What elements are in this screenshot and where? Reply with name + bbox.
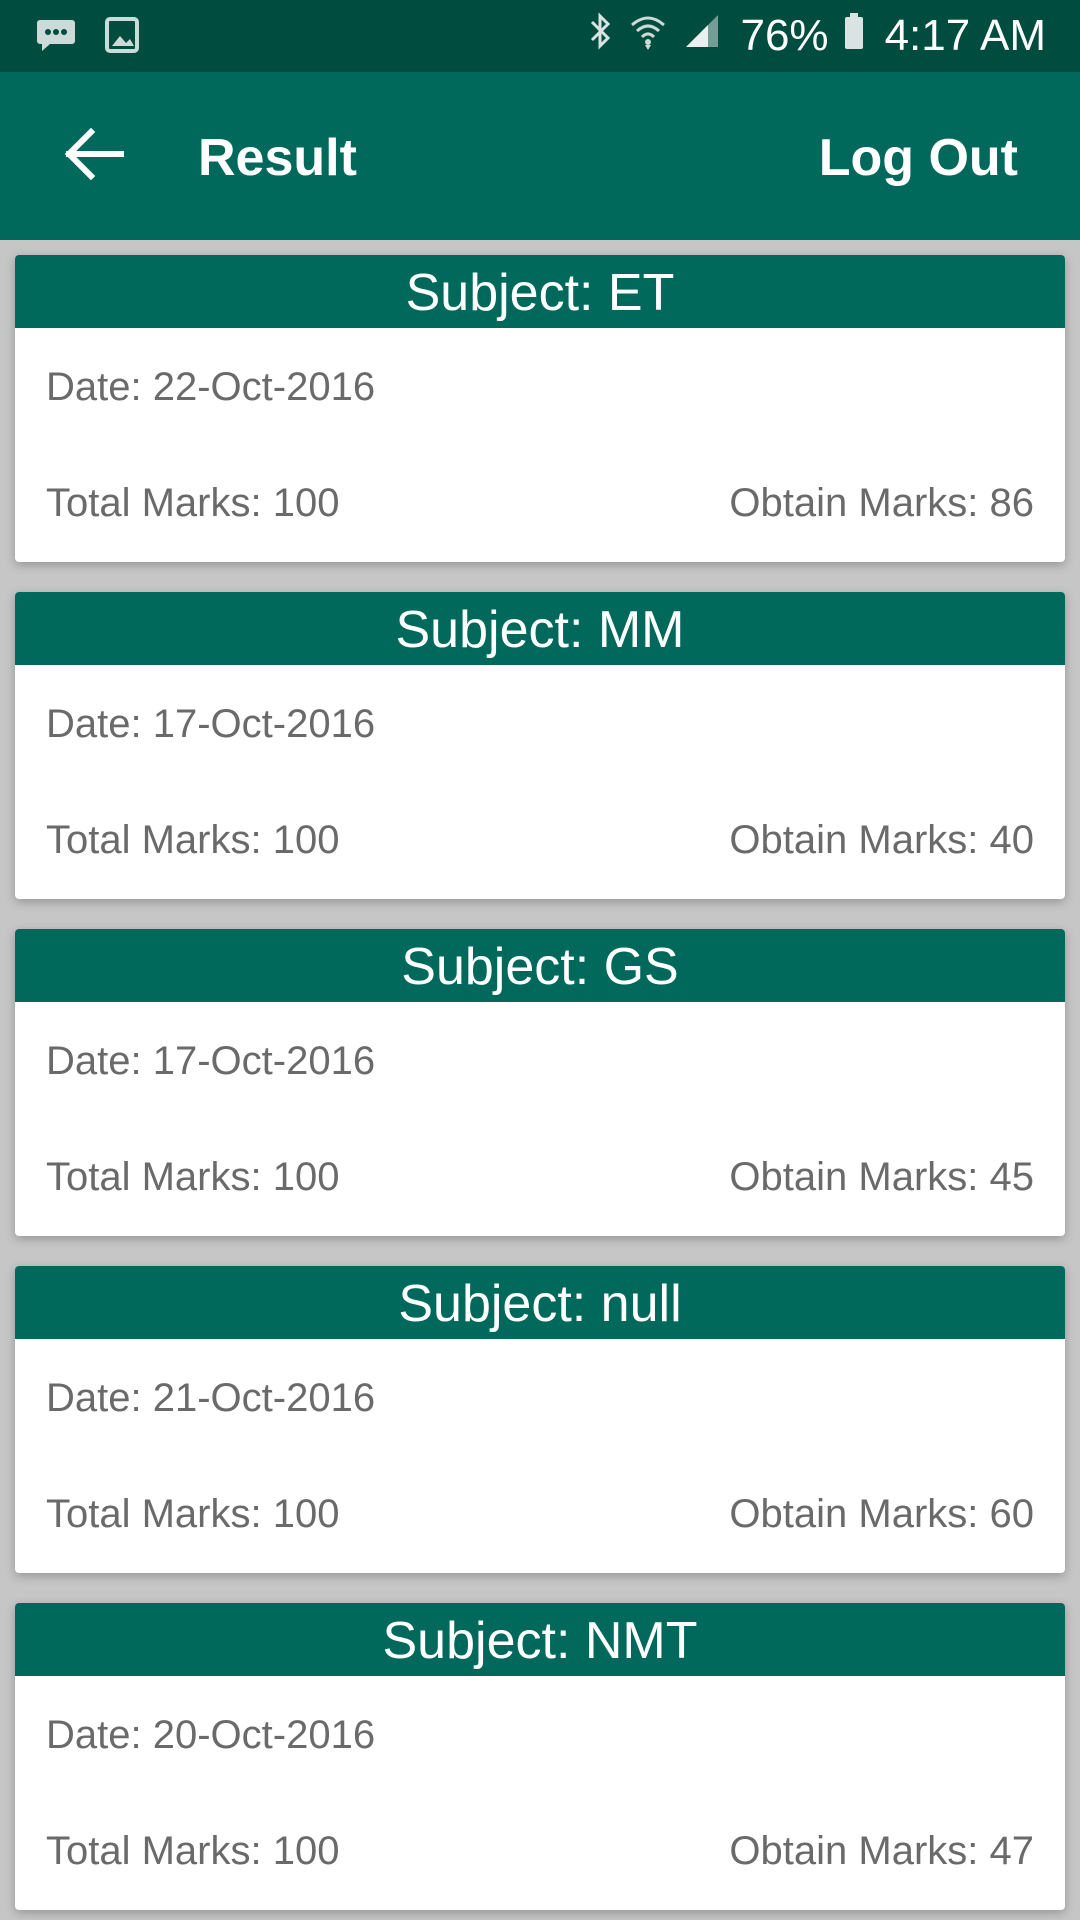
obtained-marks: Obtain Marks: 60 bbox=[729, 1492, 1034, 1536]
result-card[interactable]: Subject: GS Date: 17-Oct-2016 Total Mark… bbox=[15, 929, 1065, 1236]
page-title: Result bbox=[198, 129, 357, 187]
subject-header: Subject: MM bbox=[15, 592, 1065, 665]
subject-header: Subject: null bbox=[15, 1266, 1065, 1339]
notification-icons bbox=[36, 16, 140, 59]
exam-date: Date: 17-Oct-2016 bbox=[46, 1039, 376, 1083]
system-status: 76% 4:17 AM bbox=[588, 0, 1046, 72]
total-marks: Total Marks: 100 bbox=[46, 481, 340, 525]
arrow-back-icon bbox=[61, 126, 125, 187]
exam-date: Date: 22-Oct-2016 bbox=[46, 365, 376, 409]
total-marks: Total Marks: 100 bbox=[46, 1155, 340, 1199]
battery-icon bbox=[843, 11, 865, 62]
wifi-icon bbox=[628, 11, 668, 62]
results-list[interactable]: Subject: ET Date: 22-Oct-2016 Total Mark… bbox=[0, 240, 1080, 1920]
subject-header: Subject: ET bbox=[15, 255, 1065, 328]
result-card[interactable]: Subject: NMT Date: 20-Oct-2016 Total Mar… bbox=[15, 1603, 1065, 1910]
signal-icon bbox=[682, 11, 722, 62]
total-marks: Total Marks: 100 bbox=[46, 818, 340, 862]
gallery-icon bbox=[104, 16, 140, 59]
subject-header: Subject: GS bbox=[15, 929, 1065, 1002]
clock: 4:17 AM bbox=[884, 11, 1046, 60]
app-bar: Result Log Out bbox=[0, 72, 1080, 240]
total-marks: Total Marks: 100 bbox=[46, 1829, 340, 1873]
exam-date: Date: 17-Oct-2016 bbox=[46, 702, 376, 746]
result-card[interactable]: Subject: ET Date: 22-Oct-2016 Total Mark… bbox=[15, 255, 1065, 562]
back-button[interactable] bbox=[58, 124, 128, 188]
exam-date: Date: 20-Oct-2016 bbox=[46, 1713, 376, 1757]
obtained-marks: Obtain Marks: 86 bbox=[729, 481, 1034, 525]
bluetooth-icon bbox=[588, 11, 614, 62]
exam-date: Date: 21-Oct-2016 bbox=[46, 1376, 376, 1420]
subject-header: Subject: NMT bbox=[15, 1603, 1065, 1676]
obtained-marks: Obtain Marks: 40 bbox=[729, 818, 1034, 862]
result-card[interactable]: Subject: MM Date: 17-Oct-2016 Total Mark… bbox=[15, 592, 1065, 899]
obtained-marks: Obtain Marks: 47 bbox=[729, 1829, 1034, 1873]
logout-button[interactable]: Log Out bbox=[819, 128, 1018, 188]
total-marks: Total Marks: 100 bbox=[46, 1492, 340, 1536]
message-icon bbox=[36, 16, 76, 59]
result-card[interactable]: Subject: null Date: 21-Oct-2016 Total Ma… bbox=[15, 1266, 1065, 1573]
status-bar: 76% 4:17 AM bbox=[0, 0, 1080, 72]
obtained-marks: Obtain Marks: 45 bbox=[729, 1155, 1034, 1199]
battery-percentage: 76% bbox=[740, 11, 829, 60]
